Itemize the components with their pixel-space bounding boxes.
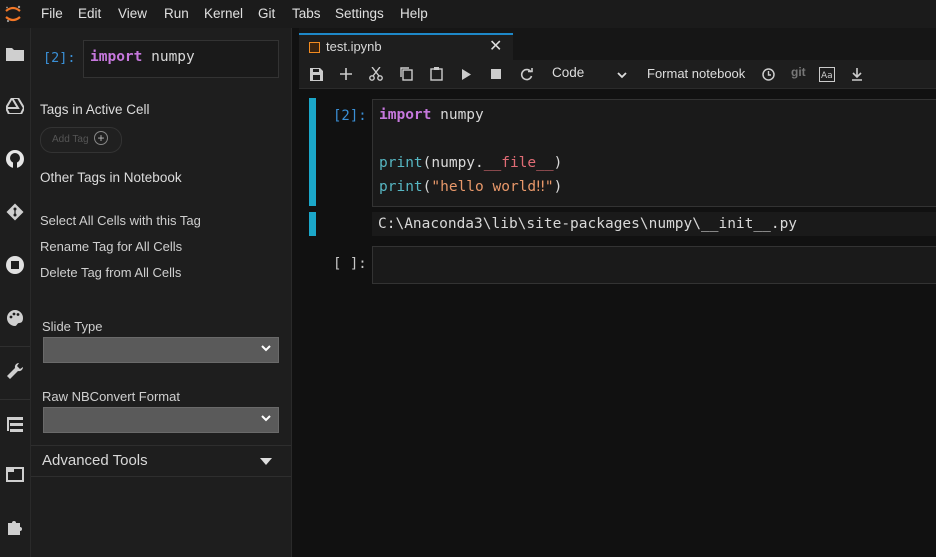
folder-icon[interactable]	[3, 41, 27, 65]
tab-label: test.ipynb	[326, 39, 382, 54]
tab-bar: test.ipynb ✕	[299, 28, 936, 60]
stop-circle-icon[interactable]	[3, 253, 27, 277]
code-editor-empty[interactable]	[372, 246, 936, 284]
output-text: C:\Anaconda3\lib\site-packages\numpy\__i…	[378, 216, 798, 232]
restart-icon[interactable]	[518, 66, 534, 82]
save-icon[interactable]	[308, 66, 324, 82]
add-cell-icon[interactable]	[338, 66, 354, 82]
format-notebook-button[interactable]: Format notebook	[647, 66, 745, 81]
cell-collapser[interactable]	[309, 98, 316, 206]
rename-tag-for-all-cells[interactable]: Rename Tag for All Cells	[40, 239, 182, 254]
tab-test-ipynb[interactable]: test.ipynb ✕	[299, 33, 513, 60]
menu-settings[interactable]: Settings	[335, 6, 384, 21]
code-string: "hello world‼"	[431, 179, 554, 195]
cell-type-select[interactable]: Code	[552, 65, 584, 80]
code-text: )	[553, 155, 563, 171]
raw-nbconvert-label: Raw NBConvert Format	[42, 389, 180, 404]
chevron-down-icon	[261, 345, 271, 352]
raw-nbconvert-select[interactable]	[43, 407, 279, 433]
code-line: import numpy	[379, 107, 484, 123]
cell-prompt: [ ]:	[333, 256, 367, 272]
menu-git[interactable]: Git	[258, 6, 275, 21]
menu-kernel[interactable]: Kernel	[204, 6, 243, 21]
font-size-icon[interactable]: Aa	[819, 66, 835, 82]
caret-down-icon	[260, 458, 272, 465]
menu-file[interactable]: File	[41, 6, 63, 21]
clock-icon[interactable]	[760, 66, 776, 82]
github-icon[interactable]	[3, 147, 27, 171]
run-icon[interactable]	[458, 66, 474, 82]
menu-help[interactable]: Help	[400, 6, 428, 21]
git-icon[interactable]	[3, 200, 27, 224]
code-editor[interactable]: import numpy print(numpy.__file__) print…	[372, 99, 936, 207]
menu-edit[interactable]: Edit	[78, 6, 101, 21]
chevron-down-icon[interactable]	[616, 69, 628, 81]
menu-view[interactable]: View	[118, 6, 147, 21]
active-cell-prompt: [2]:	[43, 50, 76, 66]
output-collapser[interactable]	[309, 212, 316, 236]
code-keyword: import	[379, 107, 432, 123]
download-icon[interactable]	[849, 66, 865, 82]
other-tags-heading: Other Tags in Notebook	[40, 170, 182, 185]
active-cell-preview: import numpy	[83, 40, 279, 78]
table-of-contents-icon[interactable]	[3, 412, 27, 436]
cell-prompt: [2]:	[333, 108, 367, 124]
menu-run[interactable]: Run	[164, 6, 189, 21]
palette-icon[interactable]	[3, 306, 27, 330]
stop-icon[interactable]	[488, 66, 504, 82]
google-drive-icon[interactable]	[3, 94, 27, 118]
chevron-down-icon	[261, 415, 271, 422]
cut-icon[interactable]	[368, 66, 384, 82]
add-tag-button[interactable]: Add Tag +	[40, 127, 122, 153]
menu-bar: File Edit View Run Kernel Git Tabs Setti…	[0, 0, 936, 28]
code-text: )	[553, 179, 563, 195]
tabs-icon[interactable]	[3, 462, 27, 486]
close-icon[interactable]: ✕	[489, 36, 502, 56]
code-text: numpy	[142, 49, 195, 65]
notebook-toolbar: Code Format notebook git Aa	[299, 60, 936, 89]
code-function: print	[379, 179, 423, 195]
notebook-area: [2]: import numpy print(numpy.__file__) …	[299, 89, 936, 557]
code-attribute: __file__	[483, 155, 554, 171]
code-line: print(numpy.__file__)	[379, 155, 562, 171]
delete-tag-from-all-cells[interactable]: Delete Tag from All Cells	[40, 265, 181, 280]
git-diff-button[interactable]: git	[791, 65, 806, 79]
code-line: print("hello world‼")	[379, 179, 562, 195]
cell-output: C:\Anaconda3\lib\site-packages\numpy\__i…	[372, 212, 936, 236]
slide-type-select[interactable]	[43, 337, 279, 363]
code-text: (numpy.	[422, 155, 484, 171]
code-function: print	[379, 155, 423, 171]
plus-icon: +	[94, 131, 108, 145]
code-keyword: import	[90, 49, 143, 65]
copy-icon[interactable]	[398, 66, 414, 82]
paste-icon[interactable]	[428, 66, 444, 82]
wrench-icon[interactable]	[3, 359, 27, 383]
jupyter-logo-icon[interactable]	[4, 4, 22, 24]
property-inspector-panel: [2]: import numpy Tags in Active Cell Ad…	[31, 28, 291, 557]
select-all-cells-with-tag[interactable]: Select All Cells with this Tag	[40, 213, 201, 228]
notebook-icon	[309, 42, 320, 53]
advanced-tools-section[interactable]: Advanced Tools	[31, 445, 291, 477]
advanced-tools-label: Advanced Tools	[42, 452, 148, 469]
extension-icon[interactable]	[3, 515, 27, 539]
slide-type-label: Slide Type	[42, 319, 103, 334]
svg-text:Aa: Aa	[821, 71, 833, 81]
code-text: numpy	[431, 107, 484, 123]
tags-in-active-cell-heading: Tags in Active Cell	[40, 102, 150, 117]
menu-tabs[interactable]: Tabs	[292, 6, 321, 21]
add-tag-label: Add Tag	[52, 134, 89, 145]
left-sidebar-rail	[0, 28, 31, 557]
